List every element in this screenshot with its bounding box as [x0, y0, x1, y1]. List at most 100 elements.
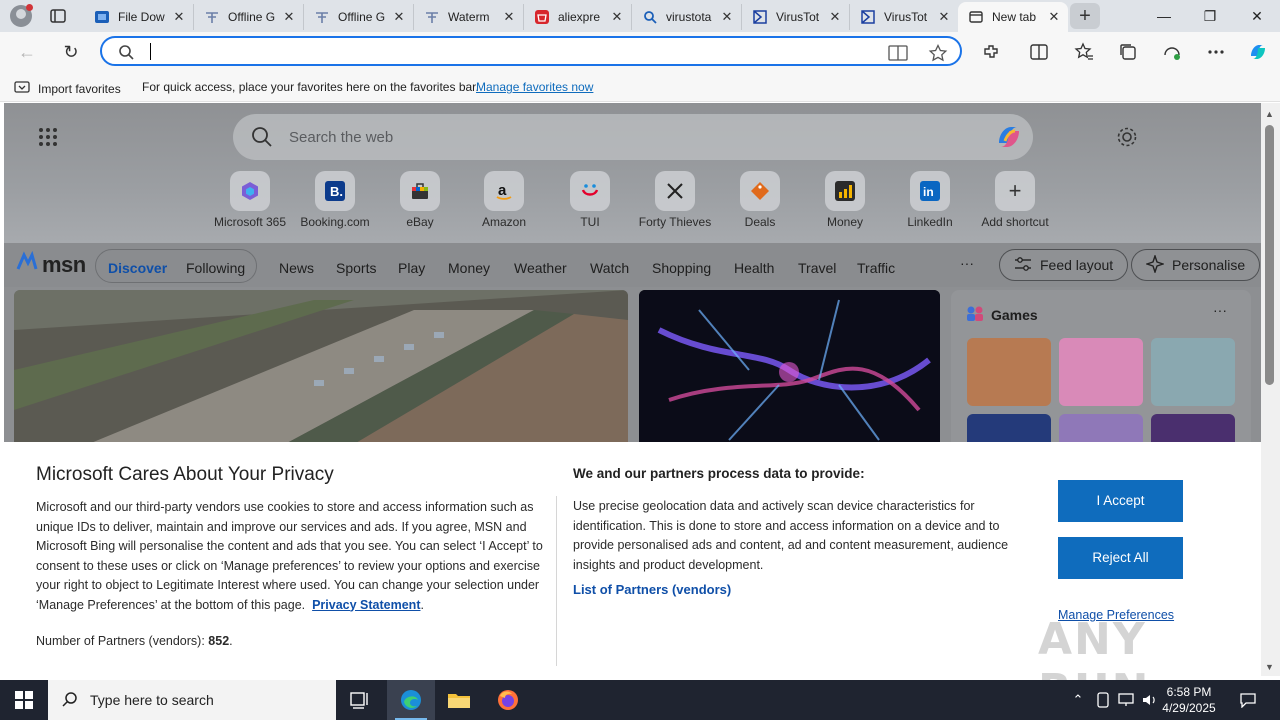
- close-icon[interactable]: ✕: [719, 9, 735, 25]
- immersive-reader-icon[interactable]: [888, 44, 908, 62]
- nav-weather[interactable]: Weather: [514, 260, 567, 276]
- copilot-icon[interactable]: [1246, 41, 1268, 63]
- address-bar[interactable]: [100, 36, 962, 66]
- close-icon[interactable]: ✕: [609, 9, 625, 25]
- close-icon[interactable]: ✕: [501, 9, 517, 25]
- shortcut-deals[interactable]: Deals: [717, 171, 803, 229]
- page-settings-icon[interactable]: [1116, 126, 1138, 151]
- firefox-icon[interactable]: [484, 680, 532, 720]
- tab-3[interactable]: Offline G ✕: [304, 4, 414, 30]
- vendors-list-link[interactable]: List of Partners (vendors): [573, 582, 731, 597]
- tab-5[interactable]: aliexpre ✕: [524, 4, 632, 30]
- feed-layout-button[interactable]: Feed layout: [999, 249, 1129, 281]
- scroll-up-icon[interactable]: ▲: [1265, 109, 1274, 119]
- taskbar-clock[interactable]: 6:58 PM 4/29/2025: [1158, 684, 1220, 716]
- import-favorites-button[interactable]: Import favorites: [14, 79, 121, 98]
- scroll-down-icon[interactable]: ▼: [1265, 662, 1274, 672]
- tray-device-icon[interactable]: [1093, 680, 1113, 720]
- nav-travel[interactable]: Travel: [798, 260, 836, 276]
- restore-icon[interactable]: ❐: [1187, 0, 1233, 32]
- tab-8[interactable]: VirusTot ✕: [850, 4, 958, 30]
- network-icon[interactable]: [1116, 680, 1136, 720]
- tab-7[interactable]: VirusTot ✕: [742, 4, 850, 30]
- refresh-icon[interactable]: ↻: [58, 40, 84, 64]
- shortcut-money[interactable]: Money: [802, 171, 888, 229]
- nav-money[interactable]: Money: [448, 260, 490, 276]
- shortcut-forty-thieves[interactable]: Forty Thieves: [632, 171, 718, 229]
- favorites-icon[interactable]: [1073, 41, 1095, 63]
- close-icon[interactable]: ✕: [1046, 9, 1062, 25]
- news-card-aerial-houses[interactable]: [14, 290, 628, 450]
- nav-traffic[interactable]: Traffic: [857, 260, 895, 276]
- minimize-icon[interactable]: —: [1141, 0, 1187, 32]
- performance-icon[interactable]: [1161, 41, 1183, 63]
- tab-actions-icon[interactable]: [48, 6, 70, 26]
- nav-sports[interactable]: Sports: [336, 260, 376, 276]
- page-scrollbar[interactable]: ▲ ▼: [1261, 103, 1280, 676]
- tab-2[interactable]: Offline G ✕: [194, 4, 304, 30]
- tab-1[interactable]: File Dow ✕: [84, 4, 194, 30]
- game-thumbnail[interactable]: [1059, 338, 1143, 406]
- shortcut-tui[interactable]: TUI: [547, 171, 633, 229]
- money-chart-icon: [825, 171, 865, 211]
- more-options-icon[interactable]: [1205, 41, 1227, 63]
- nav-news[interactable]: News: [279, 260, 314, 276]
- close-icon[interactable]: ✕: [827, 9, 843, 25]
- extensions-icon[interactable]: [980, 41, 1002, 63]
- split-screen-icon[interactable]: [1028, 41, 1050, 63]
- shortcut-microsoft-365[interactable]: Microsoft 365: [207, 171, 293, 229]
- address-input[interactable]: [154, 41, 874, 61]
- nav-watch[interactable]: Watch: [590, 260, 629, 276]
- shortcut-amazon[interactable]: a Amazon: [461, 171, 547, 229]
- manage-favorites-link[interactable]: Manage favorites now: [476, 80, 593, 94]
- nav-health[interactable]: Health: [734, 260, 774, 276]
- favorite-star-icon[interactable]: [928, 43, 948, 62]
- edge-taskbar-icon[interactable]: [387, 680, 435, 720]
- privacy-statement-link[interactable]: Privacy Statement: [312, 598, 420, 612]
- accept-button[interactable]: I Accept: [1058, 480, 1183, 522]
- nav-discover[interactable]: Discover: [108, 260, 167, 276]
- close-icon[interactable]: ✕: [171, 9, 187, 25]
- personalise-button[interactable]: Personalise: [1131, 249, 1261, 281]
- notifications-icon[interactable]: [1236, 680, 1260, 720]
- windows-start-icon[interactable]: [0, 680, 48, 720]
- tray-chevron-icon[interactable]: ⌃: [1068, 680, 1088, 720]
- game-thumbnail[interactable]: [967, 338, 1051, 406]
- close-window-icon[interactable]: ✕: [1234, 0, 1280, 32]
- tab-new-tab[interactable]: New tab ✕: [958, 2, 1068, 32]
- scrollbar-thumb[interactable]: [1265, 125, 1274, 385]
- games-more-icon[interactable]: ···: [1213, 302, 1227, 318]
- shortcut-booking[interactable]: B. Booking.com: [292, 171, 378, 229]
- nav-shopping[interactable]: Shopping: [652, 260, 711, 276]
- nav-more-icon[interactable]: ···: [960, 255, 974, 271]
- deals-tag-icon: [740, 171, 780, 211]
- clock-date: 4/29/2025: [1162, 701, 1216, 715]
- web-search-box[interactable]: Search the web: [233, 114, 1033, 160]
- data-processing-body: Use precise geolocation data and activel…: [573, 499, 1009, 572]
- msn-logo[interactable]: msn: [16, 250, 86, 279]
- shortcut-linkedin[interactable]: in LinkedIn: [887, 171, 973, 229]
- taskbar-search[interactable]: Type here to search: [48, 680, 336, 720]
- game-thumbnail[interactable]: [1151, 338, 1235, 406]
- file-explorer-icon[interactable]: [435, 680, 483, 720]
- search-icon: [62, 691, 78, 710]
- plus-icon: +: [995, 171, 1035, 211]
- nav-play[interactable]: Play: [398, 260, 425, 276]
- news-card-neurons[interactable]: [639, 290, 940, 450]
- new-tab-button[interactable]: +: [1070, 3, 1100, 29]
- tab-4[interactable]: Waterm ✕: [414, 4, 524, 30]
- collections-icon[interactable]: [1117, 41, 1139, 63]
- nav-following[interactable]: Following: [186, 260, 245, 276]
- tab-6[interactable]: virustota ✕: [632, 4, 742, 30]
- close-icon[interactable]: ✕: [391, 9, 407, 25]
- task-view-icon[interactable]: [336, 680, 384, 720]
- shortcut-ebay[interactable]: eBay: [377, 171, 463, 229]
- add-shortcut-button[interactable]: + Add shortcut: [972, 171, 1058, 229]
- back-icon[interactable]: ←: [14, 40, 40, 64]
- close-icon[interactable]: ✕: [936, 9, 952, 25]
- app-launcher-icon[interactable]: [38, 127, 58, 150]
- reject-all-button[interactable]: Reject All: [1058, 537, 1183, 579]
- copilot-icon[interactable]: [993, 121, 1025, 153]
- volume-icon[interactable]: [1140, 680, 1160, 720]
- close-icon[interactable]: ✕: [281, 9, 297, 25]
